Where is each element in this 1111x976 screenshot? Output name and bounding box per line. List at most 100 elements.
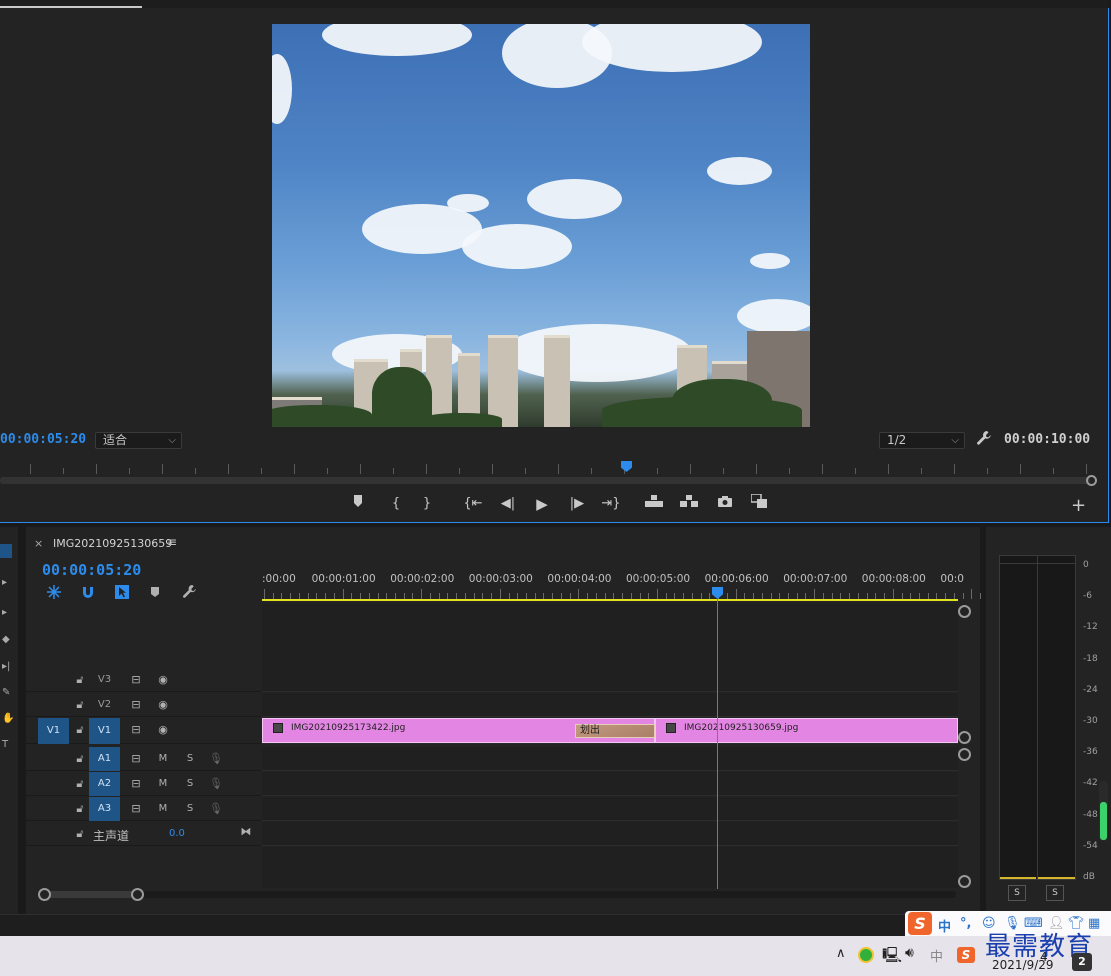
lock-icon[interactable]: 🔓︎ (72, 801, 88, 817)
track-target-v1[interactable]: V1 (89, 718, 120, 744)
track-target-a1[interactable]: A1 (89, 747, 120, 771)
zoom-handle-left[interactable] (38, 888, 51, 901)
play-button[interactable]: ▶ (531, 494, 553, 514)
close-icon[interactable]: × (34, 537, 43, 550)
scroll-thumb[interactable] (44, 891, 139, 898)
timeline-playhead-line[interactable] (717, 599, 718, 889)
track-v2[interactable] (262, 693, 958, 717)
sogou-tray-icon[interactable]: S (957, 947, 975, 963)
zoom-handle-right[interactable] (131, 888, 144, 901)
step-forward-button[interactable]: |▶ (566, 494, 588, 514)
wrench-icon[interactable] (976, 430, 994, 448)
solo-button[interactable]: S (182, 751, 198, 767)
go-to-out-button[interactable]: ⇥} (600, 494, 622, 514)
language-indicator[interactable]: 中 (930, 946, 943, 965)
mute-button[interactable]: M (155, 801, 171, 817)
lock-icon[interactable]: 🔓︎ (72, 697, 88, 713)
type-icon[interactable]: T (2, 739, 14, 751)
track-select-icon[interactable]: ▸ (2, 577, 14, 589)
track-a1[interactable] (262, 747, 958, 771)
ripple-edit-icon[interactable]: ▸ (2, 607, 14, 619)
wrench-icon[interactable] (182, 584, 198, 600)
linked-selection-icon[interactable] (114, 584, 130, 600)
go-to-in-button[interactable]: {⇤ (462, 494, 484, 514)
sync-lock-icon[interactable]: ⊟ (128, 672, 144, 688)
mute-button[interactable]: M (155, 751, 171, 767)
mark-out-button[interactable]: } (416, 494, 438, 514)
solo-button[interactable]: S (182, 776, 198, 792)
add-button[interactable]: + (1071, 495, 1086, 516)
meter-slider-fill[interactable] (1100, 802, 1107, 840)
add-marker-button[interactable] (347, 494, 369, 514)
microphone-icon[interactable]: 🎙︎ (208, 751, 224, 767)
razor-icon[interactable]: ◆ (2, 634, 14, 646)
notification-icon[interactable]: 2 (1072, 953, 1092, 971)
network-icon[interactable]: 🖳︎ (882, 945, 902, 970)
slip-icon[interactable]: ▸| (2, 661, 14, 673)
mark-in-button[interactable]: { (385, 494, 407, 514)
volume-icon[interactable]: 🔊︎ (905, 945, 914, 961)
solo-right-button[interactable]: S (1046, 885, 1064, 901)
snap-icon[interactable] (80, 584, 96, 600)
vertical-scrollbar[interactable] (958, 603, 970, 888)
sync-lock-icon[interactable]: ⊟ (128, 697, 144, 713)
add-marker-icon[interactable] (149, 584, 165, 600)
clock-date[interactable]: 2021/9/29 (992, 958, 1054, 972)
scroll-handle[interactable] (1086, 475, 1097, 486)
monitor-time-ruler[interactable] (0, 458, 1100, 474)
microphone-icon[interactable]: 🎙︎ (208, 776, 224, 792)
master-volume[interactable]: 0.0 (169, 828, 185, 839)
sync-lock-icon[interactable]: ⊟ (128, 801, 144, 817)
sync-lock-icon[interactable]: ⊟ (128, 751, 144, 767)
clip-2[interactable]: IMG20210925130659.jpg (655, 718, 958, 743)
source-patch-v1[interactable]: V1 (38, 718, 69, 744)
work-area-bar[interactable] (262, 599, 958, 601)
mute-button[interactable]: M (155, 776, 171, 792)
track-v3[interactable] (262, 668, 958, 692)
scroll-handle-audio[interactable] (958, 748, 971, 761)
microphone-icon[interactable]: 🎙︎ (208, 801, 224, 817)
ime-chinese-mode[interactable]: 中 (938, 916, 951, 935)
track-target-a2[interactable]: A2 (89, 772, 120, 796)
lock-icon[interactable]: 🔓︎ (72, 776, 88, 792)
lift-button[interactable] (643, 494, 665, 514)
lock-icon[interactable]: 🔓︎ (72, 672, 88, 688)
go-to-end-icon[interactable]: ⧓ (238, 824, 254, 840)
lock-icon[interactable]: 🔓︎ (72, 826, 88, 842)
resolution-dropdown[interactable]: 1/2 ⌵ (879, 432, 965, 449)
scroll-handle-video[interactable] (958, 731, 971, 744)
step-back-button[interactable]: ◀| (497, 494, 519, 514)
lock-icon[interactable]: 🔓︎ (72, 751, 88, 767)
track-a3[interactable] (262, 797, 958, 821)
lock-icon[interactable]: 🔓︎ (72, 722, 88, 738)
monitor-zoom-scrollbar[interactable] (0, 477, 1090, 484)
transition-wipe[interactable]: 划出 (575, 724, 655, 738)
scroll-handle-bottom[interactable] (958, 875, 971, 888)
sync-lock-icon[interactable]: ⊟ (128, 722, 144, 738)
pen-icon[interactable]: ✎ (2, 687, 14, 699)
security-shield-icon[interactable] (858, 947, 874, 963)
sequence-tab[interactable]: IMG20210925130659 (53, 537, 172, 550)
fit-dropdown[interactable]: 适合 ⌵ (95, 432, 182, 449)
eye-icon[interactable]: ◉ (155, 672, 171, 688)
horizontal-scrollbar[interactable] (38, 891, 956, 898)
nest-icon[interactable] (46, 584, 62, 600)
track-a2[interactable] (262, 772, 958, 796)
panel-menu-icon[interactable]: ≡ (167, 535, 177, 549)
timeline-timecode[interactable]: 00:00:05:20 (42, 561, 141, 579)
compare-icon[interactable] (748, 493, 770, 514)
eye-icon[interactable]: ◉ (155, 722, 171, 738)
eye-icon[interactable]: ◉ (155, 697, 171, 713)
sync-lock-icon[interactable]: ⊟ (128, 776, 144, 792)
current-timecode[interactable]: 00:00:05:20 (0, 432, 86, 447)
track-target-v2[interactable]: V2 (89, 693, 120, 717)
extract-button[interactable] (678, 494, 700, 514)
solo-left-button[interactable]: S (1008, 885, 1026, 901)
hand-icon[interactable]: ✋ (2, 713, 14, 725)
scroll-handle-top[interactable] (958, 605, 971, 618)
active-tab-indicator[interactable] (0, 6, 142, 8)
selection-tool[interactable] (0, 544, 12, 558)
track-target-a3[interactable]: A3 (89, 797, 120, 821)
ime-punctuation[interactable]: °, (960, 916, 971, 931)
chevron-up-icon[interactable]: ∧ (836, 946, 846, 961)
